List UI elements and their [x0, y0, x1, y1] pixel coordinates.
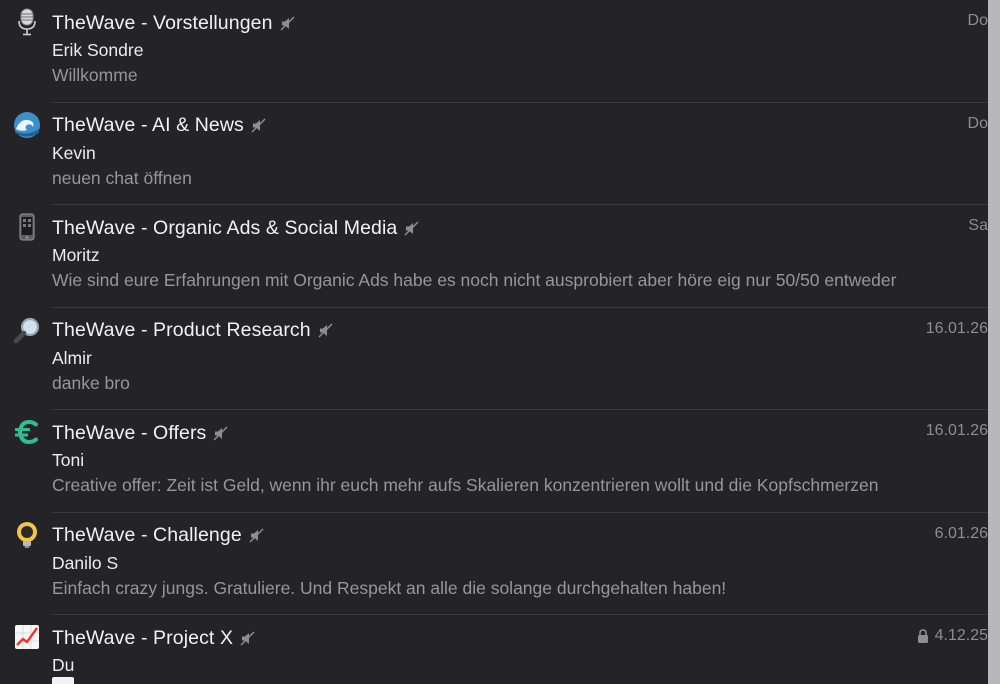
- chat-item-project-x[interactable]: TheWave - Project X 4.12.25 Du: [0, 615, 988, 684]
- chat-sender: Moritz: [52, 245, 100, 265]
- euro-icon: [13, 418, 41, 446]
- chat-title: TheWave - Organic Ads & Social Media: [52, 216, 398, 239]
- chat-sender: Du: [52, 655, 75, 675]
- chat-date-with-lock: 4.12.25: [917, 627, 988, 645]
- chat-sender: Toni: [52, 450, 85, 470]
- chat-preview: Creative offer: Zeit ist Geld, wenn ihr …: [52, 475, 879, 495]
- muted-icon: [213, 425, 228, 441]
- chat-item-ai-news[interactable]: TheWave - AI & News Do Kevin neuen chat …: [0, 103, 988, 205]
- chat-date: 16.01.26: [925, 319, 988, 337]
- chat-sender: Danilo S: [52, 552, 119, 573]
- chat-sender: Almir: [52, 347, 92, 368]
- chat-sender: Erik Sondre: [52, 40, 144, 60]
- chat-preview: Wie sind eure Erfahrungen mit Organic Ad…: [52, 270, 897, 290]
- magnifier-icon: [13, 316, 41, 344]
- lightbulb-icon: [13, 521, 41, 549]
- chat-sender: Kevin: [52, 142, 96, 163]
- chat-item-offers[interactable]: TheWave - Offers 16.01.26 Toni Creative …: [0, 410, 988, 513]
- lock-icon: [917, 629, 929, 643]
- chat-date: 6.01.26: [934, 524, 988, 542]
- chart-increasing-icon: [13, 623, 41, 651]
- muted-icon: [251, 118, 266, 133]
- scrollbar[interactable]: [988, 0, 1000, 684]
- chat-title: TheWave - Vorstellungen: [52, 11, 273, 34]
- muted-icon: [280, 15, 295, 31]
- chat-item-vorstellungen[interactable]: TheWave - Vorstellungen Do Erik Sondre W…: [0, 0, 988, 103]
- muted-icon: [318, 323, 333, 338]
- chat-date: 16.01.26: [925, 422, 988, 439]
- chat-preview: Einfach crazy jungs. Gratuliere. Und Res…: [52, 577, 727, 598]
- muted-icon: [240, 630, 255, 646]
- muted-icon: [404, 220, 419, 236]
- chat-title: TheWave - Offers: [52, 421, 207, 444]
- chat-title: TheWave - Product Research: [52, 319, 311, 341]
- wave-icon: [13, 111, 41, 139]
- chat-date: 4.12.25: [934, 627, 988, 644]
- chat-list: TheWave - Vorstellungen Do Erik Sondre W…: [0, 0, 988, 684]
- chat-date: Sa: [968, 217, 988, 234]
- chat-preview: Willkomme: [52, 65, 138, 85]
- phone-icon: [13, 213, 41, 241]
- chat-item-challenge[interactable]: TheWave - Challenge 6.01.26 Danilo S Ein…: [0, 513, 988, 615]
- microphone-icon: [13, 8, 41, 36]
- chat-preview: danke bro: [52, 372, 130, 393]
- chat-date: Do: [967, 114, 988, 132]
- chat-title: TheWave - AI & News: [52, 114, 244, 136]
- chat-item-organic-ads[interactable]: TheWave - Organic Ads & Social Media Sa …: [0, 205, 988, 308]
- chat-title: TheWave - Challenge: [52, 524, 242, 546]
- preview-thumbnail: [52, 677, 74, 684]
- chat-date: Do: [967, 12, 988, 29]
- chat-preview: neuen chat öffnen: [52, 167, 192, 188]
- chat-item-product-research[interactable]: TheWave - Product Research 16.01.26 Almi…: [0, 308, 988, 410]
- muted-icon: [249, 528, 264, 543]
- chat-title: TheWave - Project X: [52, 626, 234, 649]
